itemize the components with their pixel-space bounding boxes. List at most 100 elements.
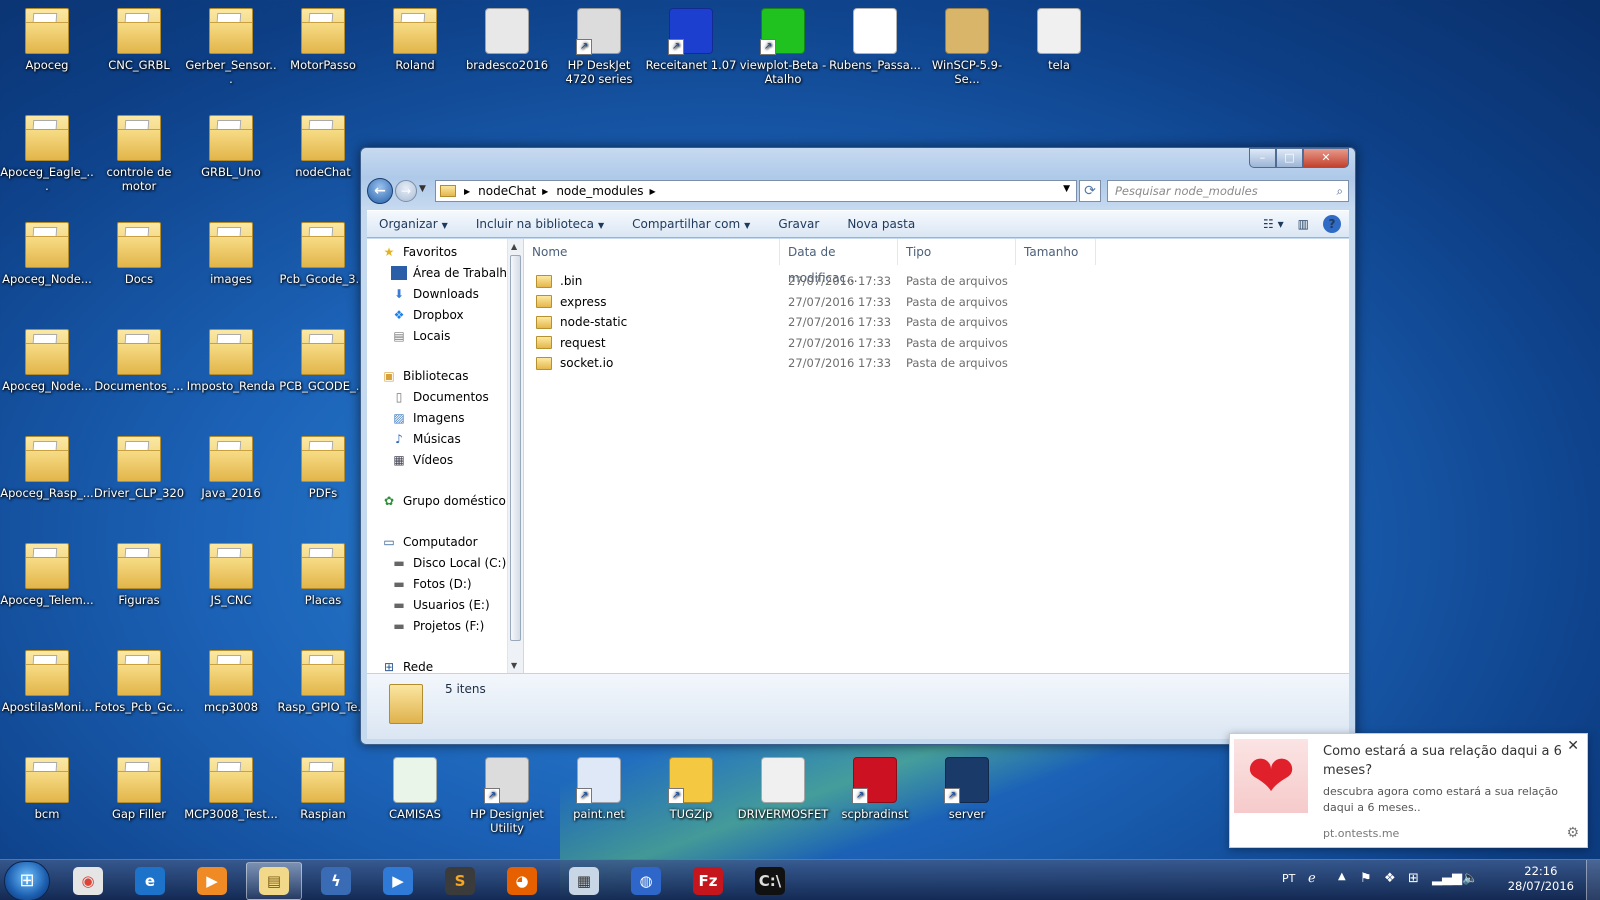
- desktop-icon-item[interactable]: CAMISAS: [368, 755, 462, 821]
- desktop-icon-item[interactable]: scpbradinst: [828, 755, 922, 821]
- notification-toast[interactable]: ❤ Como estará a sua relação daqui a 6 me…: [1229, 733, 1588, 848]
- column-type[interactable]: Tipo: [898, 239, 1016, 265]
- desktop-icon-item[interactable]: Figuras: [92, 541, 186, 607]
- language-indicator[interactable]: PT: [1282, 872, 1295, 885]
- desktop-icon-item[interactable]: GRBL_Uno: [184, 113, 278, 179]
- desktop-icon-item[interactable]: DRIVERMOSFET: [736, 755, 830, 821]
- nav-videos[interactable]: ▦ Vídeos: [391, 453, 453, 467]
- desktop-icon-item[interactable]: Apoceg_Rasp_...: [0, 434, 94, 500]
- show-desktop-button[interactable]: [1586, 860, 1600, 900]
- ie-tray-icon[interactable]: ℯ: [1308, 871, 1316, 886]
- desktop-icon-item[interactable]: images: [184, 220, 278, 286]
- taskbar-flash[interactable]: ϟ: [308, 862, 364, 900]
- taskbar-command-prompt[interactable]: C:\: [742, 862, 798, 900]
- windows-update-icon[interactable]: ⊞: [1408, 871, 1419, 886]
- breadcrumb-nodechat[interactable]: nodeChat: [478, 184, 536, 198]
- share-with-menu[interactable]: Compartilhar com ▼: [632, 217, 750, 231]
- desktop-icon-item[interactable]: PCB_GCODE_...: [276, 327, 370, 393]
- file-row[interactable]: .bin: [536, 271, 582, 291]
- scroll-thumb[interactable]: [510, 255, 521, 641]
- file-row[interactable]: socket.io: [536, 353, 613, 373]
- desktop-icon-item[interactable]: tela: [1012, 6, 1106, 72]
- file-row[interactable]: express: [536, 292, 606, 312]
- desktop-icon-item[interactable]: CNC_GRBL: [92, 6, 186, 72]
- desktop-icon-item[interactable]: Gerber_Sensor...: [184, 6, 278, 86]
- close-button[interactable]: ✕: [1303, 148, 1349, 168]
- column-size[interactable]: Tamanho: [1016, 239, 1096, 265]
- taskbar-firefox[interactable]: ◕: [494, 862, 550, 900]
- nav-downloads[interactable]: ⬇ Downloads: [391, 287, 479, 301]
- desktop-icon-item[interactable]: Imposto_Renda: [184, 327, 278, 393]
- nav-computer[interactable]: ▭ Computador: [381, 535, 477, 549]
- column-date[interactable]: Data de modificaç...: [780, 239, 898, 285]
- desktop-icon-item[interactable]: nodeChat: [276, 113, 370, 179]
- help-icon[interactable]: ?: [1323, 215, 1341, 233]
- breadcrumb-node-modules[interactable]: node_modules: [556, 184, 643, 198]
- forward-button[interactable]: →: [395, 180, 417, 202]
- network-signal-icon[interactable]: ▂▄▆: [1432, 871, 1462, 886]
- new-folder-button[interactable]: Nova pasta: [847, 217, 915, 231]
- search-icon[interactable]: ⌕: [1337, 181, 1343, 201]
- gear-icon[interactable]: ⚙: [1566, 825, 1579, 841]
- volume-icon[interactable]: 🔈: [1462, 871, 1478, 886]
- taskbar-file-explorer[interactable]: ▤: [246, 862, 302, 900]
- clock[interactable]: 22:16 28/07/2016: [1508, 864, 1574, 894]
- nav-documents[interactable]: ▯ Documentos: [391, 390, 489, 404]
- desktop-icon-item[interactable]: Java_2016: [184, 434, 278, 500]
- desktop-icon-item[interactable]: PDFs: [276, 434, 370, 500]
- flag-icon[interactable]: ⚑: [1360, 871, 1372, 886]
- desktop-icon-item[interactable]: Rubens_Passa...: [828, 6, 922, 72]
- desktop-icon-item[interactable]: bradesco2016: [460, 6, 554, 72]
- desktop-icon-item[interactable]: Rasp_GPIO_Te...: [276, 648, 370, 714]
- chevron-right-icon[interactable]: ▶: [649, 187, 655, 196]
- desktop-icon-item[interactable]: Fotos_Pcb_Gc...: [92, 648, 186, 714]
- desktop-icon-item[interactable]: Apoceg_Node...: [0, 220, 94, 286]
- desktop-icon-item[interactable]: HP DeskJet 4720 series: [552, 6, 646, 86]
- desktop-icon-item[interactable]: bcm: [0, 755, 94, 821]
- taskbar-media-player[interactable]: ▶: [184, 862, 240, 900]
- desktop-icon-item[interactable]: Receitanet 1.07: [644, 6, 738, 72]
- desktop-icon-item[interactable]: Gap Filler: [92, 755, 186, 821]
- nav-drive-e[interactable]: ▬ Usuarios (E:): [391, 598, 489, 612]
- desktop-icon-item[interactable]: Apoceg: [0, 6, 94, 72]
- minimize-button[interactable]: –: [1249, 148, 1276, 168]
- chevron-right-icon[interactable]: ▶: [464, 187, 470, 196]
- file-row[interactable]: request: [536, 333, 606, 353]
- nav-libraries[interactable]: ▣ Bibliotecas: [381, 369, 468, 383]
- address-bar[interactable]: ▶ nodeChat ▶ node_modules ▶ ▼: [435, 180, 1077, 202]
- desktop-icon-item[interactable]: Docs: [92, 220, 186, 286]
- desktop-icon-item[interactable]: Raspian: [276, 755, 370, 821]
- taskbar-sublime[interactable]: S: [432, 862, 488, 900]
- taskbar-google-earth[interactable]: ◍: [618, 862, 674, 900]
- taskbar-windows-media[interactable]: ▶: [370, 862, 426, 900]
- desktop-icon-item[interactable]: Apoceg_Eagle_...: [0, 113, 94, 193]
- nav-favorites[interactable]: ★ Favoritos: [381, 245, 458, 259]
- desktop-icon-item[interactable]: server: [920, 755, 1014, 821]
- nav-drive-f[interactable]: ▬ Projetos (F:): [391, 619, 484, 633]
- recent-pages-dropdown[interactable]: ▼: [419, 184, 426, 194]
- refresh-button[interactable]: ⟳: [1079, 180, 1101, 202]
- desktop-icon-item[interactable]: Roland: [368, 6, 462, 72]
- preview-pane-icon[interactable]: ▥: [1298, 217, 1309, 231]
- desktop-icon-item[interactable]: controle de motor: [92, 113, 186, 193]
- nav-drive-c[interactable]: ▬ Disco Local (C:): [391, 556, 506, 570]
- taskbar-internet-explorer[interactable]: e: [122, 862, 178, 900]
- desktop-icon-item[interactable]: MCP3008_Test...: [184, 755, 278, 821]
- organize-menu[interactable]: Organizar ▼: [379, 217, 448, 231]
- nav-dropbox[interactable]: ❖ Dropbox: [391, 308, 464, 322]
- start-button[interactable]: ⊞: [4, 861, 50, 900]
- show-hidden-icons[interactable]: ▲: [1338, 871, 1346, 882]
- nav-scrollbar[interactable]: ▲ ▼: [507, 239, 523, 673]
- taskbar-calculator[interactable]: ▦: [556, 862, 612, 900]
- view-options-icon[interactable]: ☷ ▾: [1263, 217, 1284, 231]
- burn-button[interactable]: Gravar: [778, 217, 819, 231]
- taskbar-filezilla[interactable]: Fz: [680, 862, 736, 900]
- nav-music[interactable]: ♪ Músicas: [391, 432, 461, 446]
- dropbox-tray-icon[interactable]: ❖: [1384, 871, 1396, 886]
- desktop-icon-item[interactable]: paint.net: [552, 755, 646, 821]
- file-row[interactable]: node-static: [536, 312, 627, 332]
- explorer-window[interactable]: – □ ✕ ← → ▼ ▶ nodeChat ▶ node_modules ▶ …: [360, 147, 1356, 745]
- scroll-down-icon[interactable]: ▼: [511, 661, 517, 670]
- include-library-menu[interactable]: Incluir na biblioteca ▼: [476, 217, 604, 231]
- desktop-icon-item[interactable]: mcp3008: [184, 648, 278, 714]
